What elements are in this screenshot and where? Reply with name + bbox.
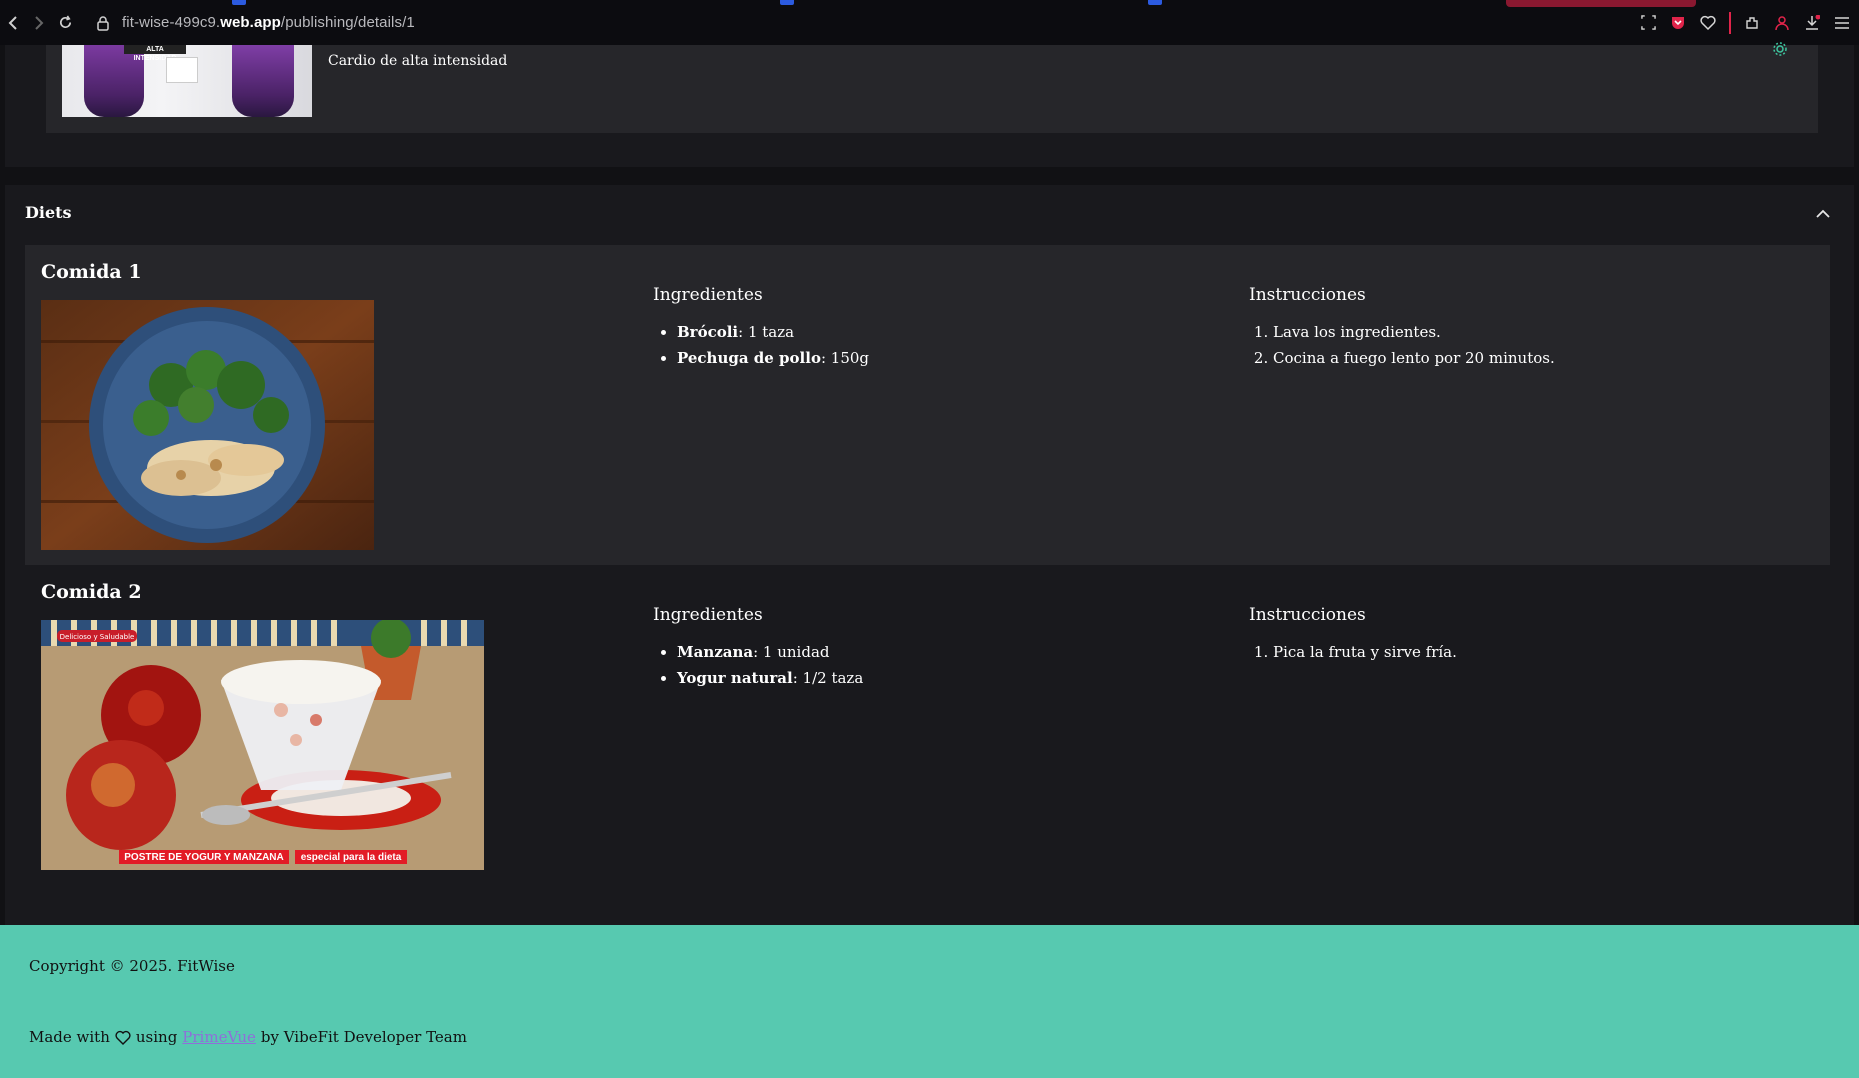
ingredients-heading: Ingredientes bbox=[653, 605, 763, 625]
meal-image bbox=[41, 300, 374, 550]
image-caption-right: especial para la dieta bbox=[301, 852, 402, 863]
url-domain: web.app bbox=[220, 14, 281, 31]
menu-icon[interactable] bbox=[1833, 14, 1851, 32]
diets-title: Diets bbox=[25, 203, 72, 222]
list-item: Lava los ingredientes. bbox=[1273, 319, 1555, 345]
diets-header[interactable]: Diets bbox=[5, 185, 1854, 245]
meal-card: Comida 1 Ingredientes • Brócoli: 1 taza … bbox=[25, 245, 1830, 565]
meal-image: Delicioso y Saludable POSTRE DE YOGUR Y … bbox=[41, 620, 484, 870]
toolbar-separator bbox=[1729, 11, 1731, 34]
ingredient-name: Brócoli bbox=[677, 323, 739, 341]
screenshot-icon[interactable] bbox=[1639, 14, 1657, 32]
ingredients-list: Manzana: 1 unidad Yogur natural: 1/2 taz… bbox=[653, 639, 863, 691]
ingredient-qty: : 1 unidad bbox=[753, 643, 830, 661]
meal-title: Comida 2 bbox=[41, 581, 142, 603]
heart-icon bbox=[115, 1030, 131, 1045]
list-item: Manzana: 1 unidad bbox=[677, 639, 863, 665]
browser-toolbar: fit-wise-499c9.web.app/publishing/detail… bbox=[0, 0, 1859, 45]
copyright-text: Copyright © 2025. FitWise bbox=[29, 957, 235, 975]
footer: Copyright © 2025. FitWise Made with usin… bbox=[0, 925, 1859, 1078]
workouts-panel: ALTA INTENSIDAD Cardio de alta intensida… bbox=[5, 42, 1854, 167]
ingredient-name: Yogur natural bbox=[677, 669, 793, 687]
heart-icon[interactable] bbox=[1699, 14, 1717, 32]
made-with-text: Made with bbox=[29, 1028, 110, 1046]
tab-indicator[interactable] bbox=[780, 0, 794, 5]
workout-image: ALTA INTENSIDAD bbox=[62, 45, 312, 117]
made-with-line: Made with using PrimeVue by VibeFit Deve… bbox=[29, 1028, 467, 1046]
using-text: using bbox=[135, 1028, 178, 1046]
diets-panel: Diets Comida 1 Ingredientes • Brócoli: 1… bbox=[5, 185, 1854, 925]
workout-card: ALTA INTENSIDAD Cardio de alta intensida… bbox=[46, 42, 1818, 133]
download-icon[interactable] bbox=[1803, 14, 1821, 32]
meal-card: Comida 2 Delicioso y Saludable POSTRE DE… bbox=[25, 565, 1830, 905]
extensions-icon[interactable] bbox=[1743, 14, 1761, 32]
instructions-heading: Instrucciones bbox=[1249, 285, 1366, 305]
ingredient-name: Manzana bbox=[677, 643, 754, 661]
image-caption-left: POSTRE DE YOGUR Y MANZANA bbox=[124, 852, 283, 863]
list-item: Pica la fruta y sirve fría. bbox=[1273, 639, 1457, 665]
instructions-heading: Instrucciones bbox=[1249, 605, 1366, 625]
ingredient-name: Pechuga de pollo bbox=[677, 349, 821, 367]
tab-indicator[interactable] bbox=[1148, 0, 1162, 5]
ingredients-heading: Ingredientes bbox=[653, 285, 763, 305]
url-path: /publishing/details/1 bbox=[280, 14, 415, 31]
workout-label: Cardio de alta intensidad bbox=[328, 53, 508, 69]
tab-indicator[interactable] bbox=[232, 0, 246, 5]
lock-icon bbox=[97, 15, 109, 31]
reload-icon[interactable] bbox=[52, 0, 78, 45]
list-item: Cocina a fuego lento por 20 minutos. bbox=[1273, 345, 1555, 371]
gear-icon[interactable] bbox=[1772, 41, 1788, 57]
pocket-icon[interactable] bbox=[1669, 14, 1687, 32]
ingredient-qty: : 1 taza bbox=[738, 323, 795, 341]
ingredients-list: Brócoli: 1 taza Pechuga de pollo: 150g bbox=[653, 319, 869, 371]
workout-image-badge: ALTA INTENSIDAD bbox=[124, 45, 186, 62]
back-button[interactable] bbox=[0, 0, 26, 45]
image-tag: Delicioso y Saludable bbox=[60, 633, 135, 641]
primevue-link[interactable]: PrimeVue bbox=[182, 1028, 256, 1046]
chevron-up-icon[interactable] bbox=[1814, 205, 1832, 223]
ingredient-qty: : 1/2 taza bbox=[792, 669, 864, 687]
forward-button[interactable] bbox=[26, 0, 52, 45]
list-item: Pechuga de pollo: 150g bbox=[677, 345, 869, 371]
address-bar[interactable]: fit-wise-499c9.web.app/publishing/detail… bbox=[122, 14, 415, 31]
list-item: Brócoli: 1 taza bbox=[677, 319, 869, 345]
instructions-list: Lava los ingredientes. Cocina a fuego le… bbox=[1249, 319, 1555, 371]
page-content: ALTA INTENSIDAD Cardio de alta intensida… bbox=[0, 42, 1859, 1078]
ingredient-qty: : 150g bbox=[820, 349, 870, 367]
url-prefix: fit-wise-499c9. bbox=[122, 14, 221, 31]
meal-title: Comida 1 bbox=[41, 261, 142, 283]
by-text: by VibeFit Developer Team bbox=[260, 1028, 467, 1046]
account-icon[interactable] bbox=[1773, 14, 1791, 32]
list-item: Yogur natural: 1/2 taza bbox=[677, 665, 863, 691]
instructions-list: Pica la fruta y sirve fría. bbox=[1249, 639, 1457, 665]
